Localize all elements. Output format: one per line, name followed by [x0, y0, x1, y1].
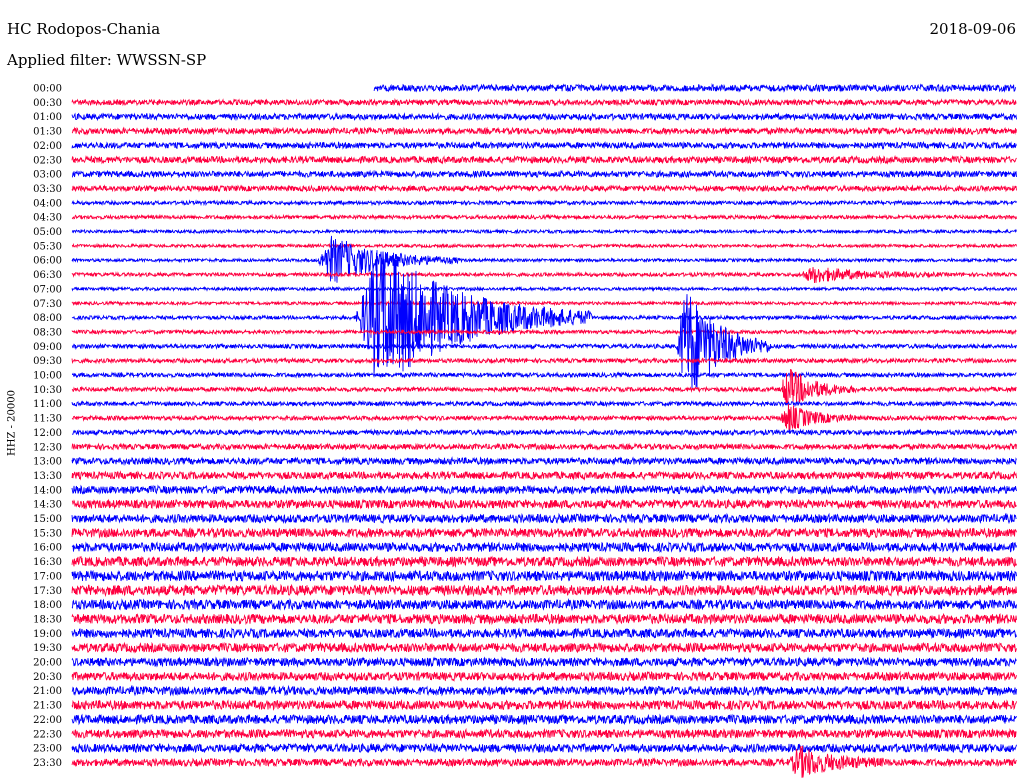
trace-row-1800	[71, 598, 1017, 611]
time-tick-1300: 13:00	[33, 457, 62, 468]
time-tick-1330: 13:30	[33, 471, 62, 482]
time-tick-2030: 20:30	[33, 672, 62, 683]
trace-row-1000	[72, 371, 1017, 379]
trace-row-1300	[71, 456, 1017, 467]
trace-rows	[71, 83, 1017, 778]
time-tick-0800: 08:00	[33, 313, 62, 324]
trace-row-0400	[71, 199, 1017, 207]
time-tick-1700: 17:00	[33, 571, 62, 582]
time-tick-0000: 00:00	[33, 84, 62, 95]
time-tick-0630: 06:30	[33, 270, 62, 281]
time-tick-0100: 01:00	[33, 112, 62, 123]
time-tick-2130: 21:30	[33, 701, 62, 712]
trace-row-1430	[71, 498, 1017, 511]
time-tick-1500: 15:00	[33, 514, 62, 525]
time-tick-1000: 10:00	[33, 371, 62, 382]
time-tick-2300: 23:00	[33, 744, 62, 755]
time-tick-0930: 09:30	[33, 356, 62, 367]
time-tick-labels: 00:00 00:30 01:00 01:30 02:00 02:30 03:00 03:30…	[33, 84, 62, 769]
trace-row-0800	[71, 250, 1017, 376]
time-tick-0900: 09:00	[33, 342, 62, 353]
time-tick-1230: 12:30	[33, 442, 62, 453]
trace-row-1100	[71, 399, 1017, 408]
time-tick-1130: 11:30	[33, 414, 62, 425]
time-tick-2200: 22:00	[33, 715, 62, 726]
trace-row-0430	[71, 213, 1017, 221]
trace-row-1330	[71, 470, 1017, 481]
trace-row-1930	[71, 641, 1017, 654]
time-tick-0230: 02:30	[33, 155, 62, 166]
trace-row-0730	[71, 300, 1017, 307]
time-tick-1800: 18:00	[33, 600, 62, 611]
time-tick-2230: 22:30	[33, 729, 62, 740]
time-tick-0030: 00:30	[33, 98, 62, 109]
trace-row-1230	[71, 442, 1017, 452]
time-tick-0200: 02:00	[33, 141, 62, 152]
time-tick-0830: 08:30	[33, 327, 62, 338]
time-tick-1100: 11:00	[33, 399, 62, 410]
trace-row-0030	[71, 97, 1017, 107]
trace-row-1600	[71, 541, 1017, 554]
trace-row-2030	[71, 670, 1017, 683]
trace-row-2200	[71, 713, 1017, 726]
trace-row-1630	[71, 555, 1017, 568]
trace-row-0000	[373, 83, 1017, 93]
trace-row-1400	[71, 484, 1017, 496]
time-tick-2100: 21:00	[33, 686, 62, 697]
trace-row-1900	[71, 627, 1017, 640]
trace-row-0300	[71, 169, 1017, 179]
trace-row-2100	[71, 684, 1017, 697]
trace-row-1530	[71, 526, 1017, 539]
trace-row-0630	[71, 267, 1017, 284]
trace-row-0100	[71, 111, 1017, 122]
trace-row-1730	[71, 583, 1017, 598]
time-tick-1900: 19:00	[33, 629, 62, 640]
trace-row-0230	[71, 154, 1017, 165]
trace-row-2000	[71, 656, 1017, 668]
time-tick-0600: 06:00	[33, 256, 62, 267]
trace-row-1700	[71, 569, 1017, 583]
time-tick-0130: 01:30	[33, 127, 62, 138]
time-tick-1730: 17:30	[33, 586, 62, 597]
time-tick-0500: 05:00	[33, 227, 62, 238]
time-tick-1530: 15:30	[33, 528, 62, 539]
trace-row-2300	[71, 742, 1017, 754]
time-tick-0530: 05:30	[33, 241, 62, 252]
time-tick-1600: 16:00	[33, 543, 62, 554]
time-tick-2330: 23:30	[33, 758, 62, 769]
time-tick-1830: 18:30	[33, 614, 62, 625]
time-tick-1400: 14:00	[33, 485, 62, 496]
trace-row-1500	[71, 512, 1017, 525]
time-tick-0330: 03:30	[33, 184, 62, 195]
time-tick-0300: 03:00	[33, 170, 62, 181]
time-tick-1430: 14:30	[33, 500, 62, 511]
trace-row-0130	[71, 126, 1017, 136]
trace-row-2130	[71, 698, 1017, 711]
time-tick-0400: 04:00	[33, 198, 62, 209]
trace-row-1130	[71, 403, 1017, 431]
time-tick-0430: 04:30	[33, 213, 62, 224]
trace-row-0200	[71, 140, 1017, 151]
time-tick-0730: 07:30	[33, 299, 62, 310]
trace-row-0330	[71, 184, 1017, 193]
trace-row-2230	[71, 727, 1017, 740]
trace-row-0930	[71, 356, 1017, 365]
trace-row-1200	[71, 428, 1017, 437]
time-tick-2000: 20:00	[33, 658, 62, 669]
time-tick-1930: 19:30	[33, 643, 62, 654]
trace-row-0700	[71, 285, 1017, 293]
time-tick-1630: 16:30	[33, 557, 62, 568]
trace-row-0830	[71, 328, 1017, 336]
time-tick-0700: 07:00	[33, 284, 62, 295]
time-tick-1200: 12:00	[33, 428, 62, 439]
time-tick-1030: 10:30	[33, 385, 62, 396]
helicorder-plot: 00:00 00:30 01:00 01:30 02:00 02:30 03:00 03:30…	[33, 83, 1017, 778]
trace-row-0530	[71, 242, 1017, 250]
trace-row-1830	[71, 612, 1017, 626]
trace-row-0500	[71, 228, 1017, 235]
